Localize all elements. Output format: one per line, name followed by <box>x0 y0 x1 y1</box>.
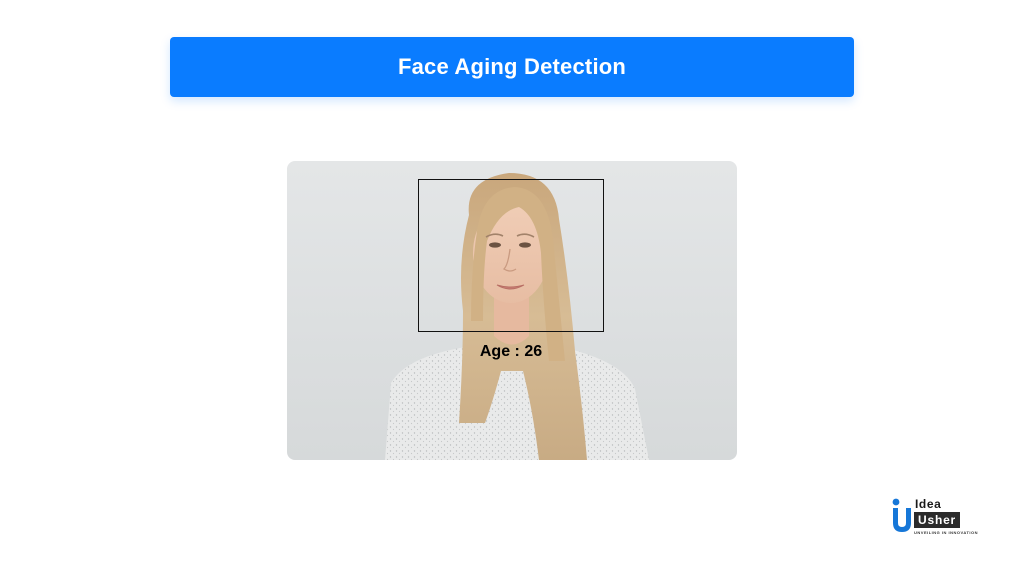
portrait-photo: Age : 26 <box>287 161 737 460</box>
logo-u-icon <box>892 498 911 532</box>
logo-tagline: UNVEILING IN INNOVATION <box>914 530 979 535</box>
face-detection-box <box>418 179 604 332</box>
logo-word-usher: Usher <box>914 512 961 528</box>
title-banner: Face Aging Detection <box>170 37 854 97</box>
page-title: Face Aging Detection <box>397 54 627 79</box>
logo-word-idea: Idea <box>915 497 942 511</box>
age-label: Age : 26 <box>479 343 543 360</box>
ideausher-logo: Idea Usher UNVEILING IN INNOVATION <box>892 497 986 537</box>
